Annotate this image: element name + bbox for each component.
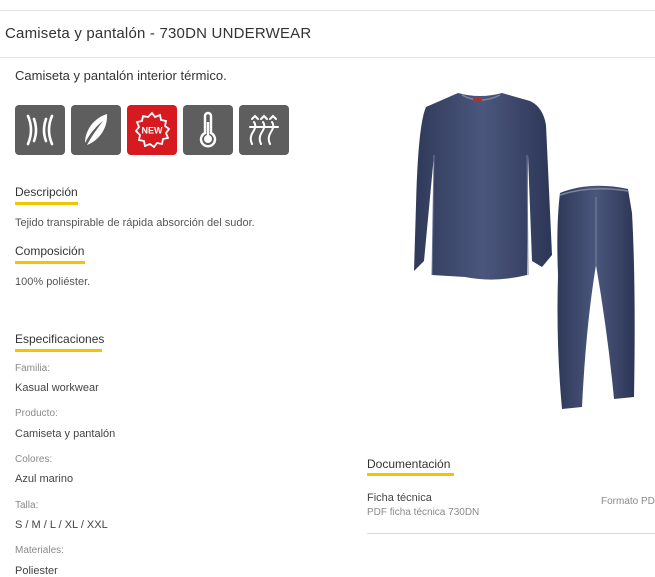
- title-bar: Camiseta y pantalón - 730DN UNDERWEAR: [0, 11, 655, 58]
- composition-text: 100% poliéster.: [15, 276, 91, 288]
- heat-dissipation-icon: [239, 105, 289, 155]
- lightweight-feather-icon: [71, 105, 121, 155]
- breathable-icon: [15, 105, 65, 155]
- composition-title: Composición: [15, 244, 85, 258]
- spec-label-familia: Familia:: [15, 363, 51, 374]
- doc-divider: [367, 533, 655, 534]
- new-badge-icon: NEW: [127, 105, 177, 155]
- doc-format-label: Formato PDF: [601, 496, 655, 507]
- spec-value-familia: Kasual workwear: [15, 382, 99, 394]
- feature-icons: NEW: [15, 105, 289, 155]
- spec-value-materiales: Poliester: [15, 565, 58, 577]
- spec-label-colores: Colores:: [15, 454, 53, 465]
- spec-label-producto: Producto:: [15, 408, 58, 419]
- specs-title: Especificaciones: [15, 332, 105, 346]
- specs-underline: [15, 349, 102, 352]
- composition-underline: [15, 261, 85, 264]
- svg-text:NEW: NEW: [142, 126, 164, 136]
- product-subtitle: Camiseta y pantalón interior térmico.: [15, 68, 227, 83]
- page-title: Camiseta y pantalón - 730DN UNDERWEAR: [5, 25, 312, 42]
- doc-ficha-tecnica-link[interactable]: Ficha técnica: [367, 492, 432, 504]
- spec-value-colores: Azul marino: [15, 473, 74, 485]
- documentation-title: Documentación: [367, 457, 451, 471]
- spec-value-talla: S / M / L / XL / XXL: [15, 519, 108, 531]
- spec-label-materiales: Materiales:: [15, 545, 64, 556]
- doc-ficha-tecnica-subtitle: PDF ficha técnica 730DN: [367, 507, 480, 518]
- product-image: [410, 85, 655, 425]
- documentation-underline: [367, 473, 454, 476]
- spec-value-producto: Camiseta y pantalón: [15, 428, 116, 440]
- description-text: Tejido transpirable de rápida absorción …: [15, 217, 255, 229]
- description-title: Descripción: [15, 185, 78, 199]
- spec-label-talla: Talla:: [15, 500, 39, 511]
- description-underline: [15, 202, 78, 205]
- thermal-thermometer-icon: [183, 105, 233, 155]
